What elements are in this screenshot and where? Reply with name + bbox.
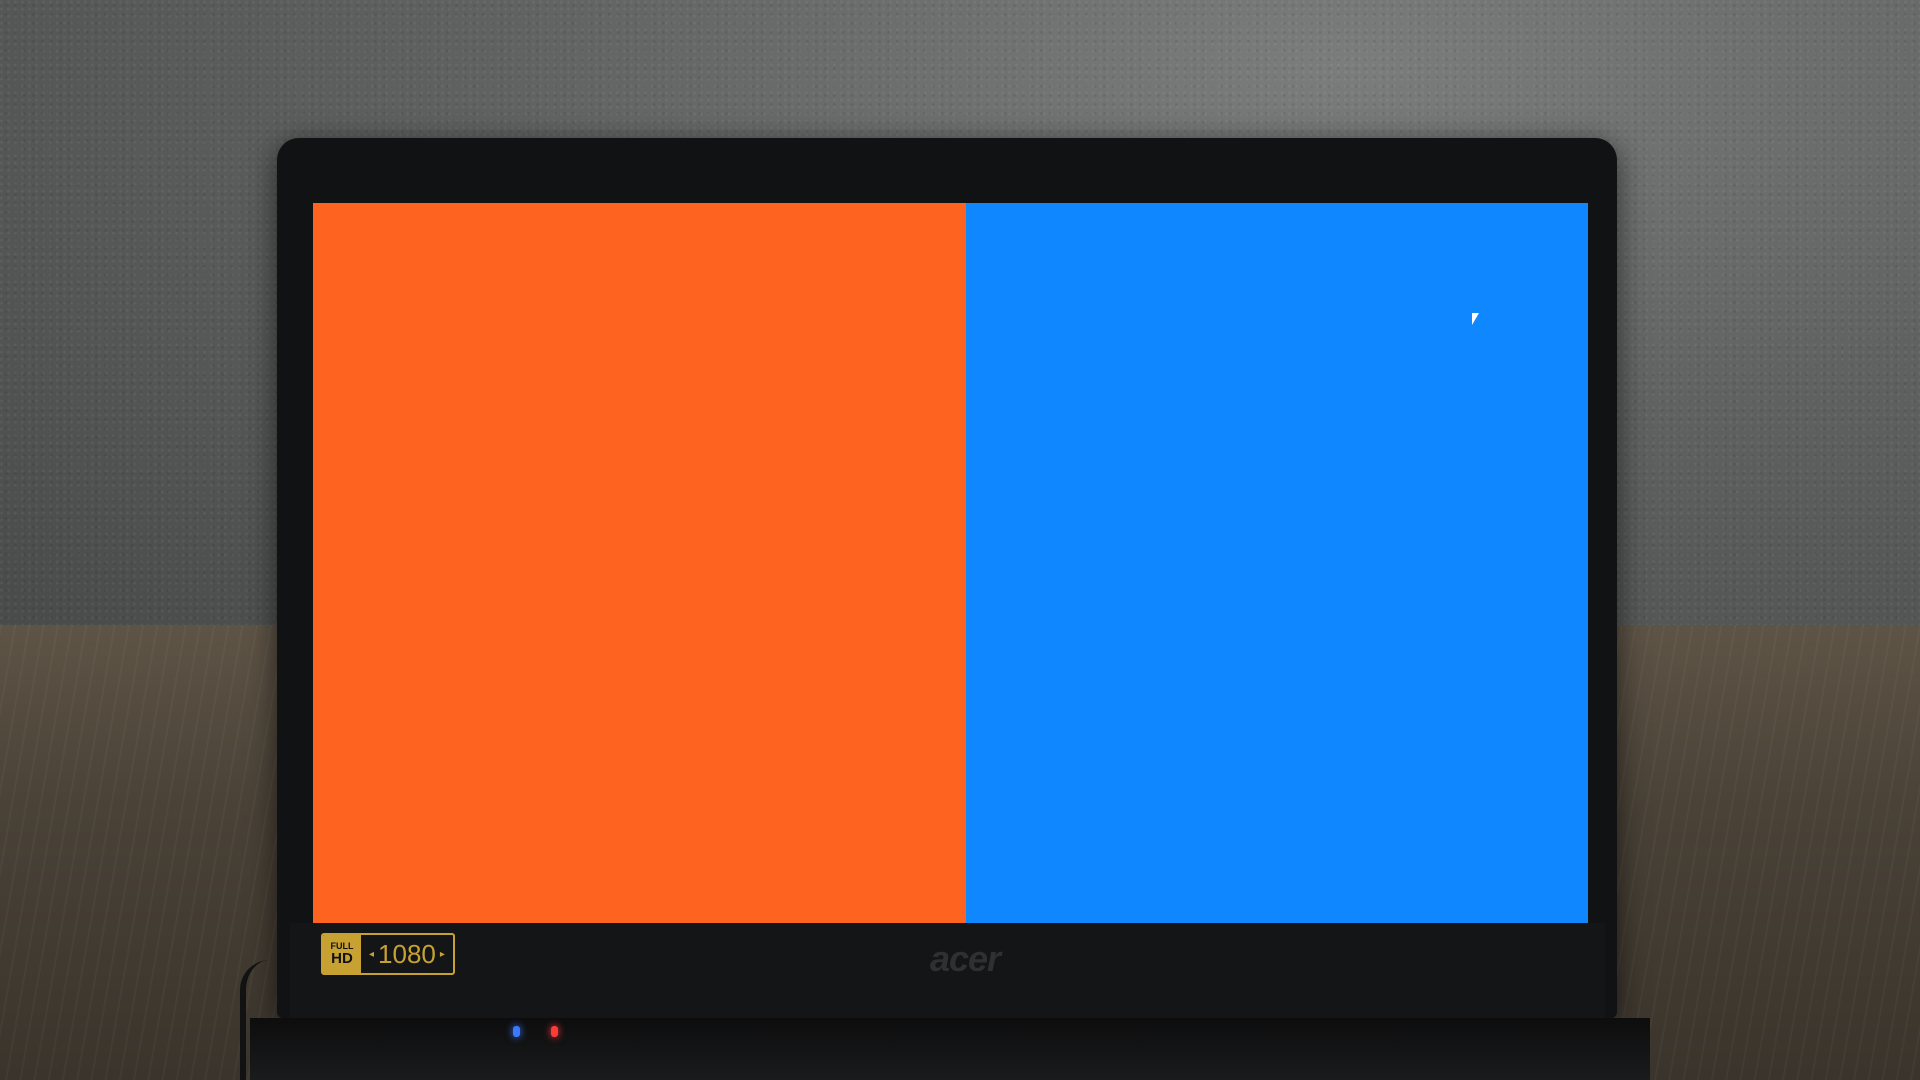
full-hd-label: FULL HD <box>323 935 361 973</box>
power-led-icon <box>513 1026 520 1037</box>
badge-resolution: ◂ 1080 ▸ <box>361 935 453 973</box>
badge-hd-text: HD <box>331 950 353 967</box>
mouse-cursor-icon <box>1472 313 1479 325</box>
photo-scene: FULL HD ◂ 1080 ▸ acer <box>0 0 1920 1080</box>
badge-resolution-text: 1080 <box>378 938 436 969</box>
battery-led-icon <box>551 1026 558 1037</box>
arrow-right-icon: ▸ <box>439 948 445 960</box>
laptop-screen <box>313 203 1588 923</box>
laptop-hinge <box>250 1018 1650 1080</box>
brand-logo: acer <box>929 938 1001 979</box>
screen-orange-panel <box>313 203 966 923</box>
screen-blue-panel <box>966 203 1588 923</box>
full-hd-badge: FULL HD ◂ 1080 ▸ <box>321 933 455 975</box>
arrow-left-icon: ◂ <box>369 948 375 960</box>
